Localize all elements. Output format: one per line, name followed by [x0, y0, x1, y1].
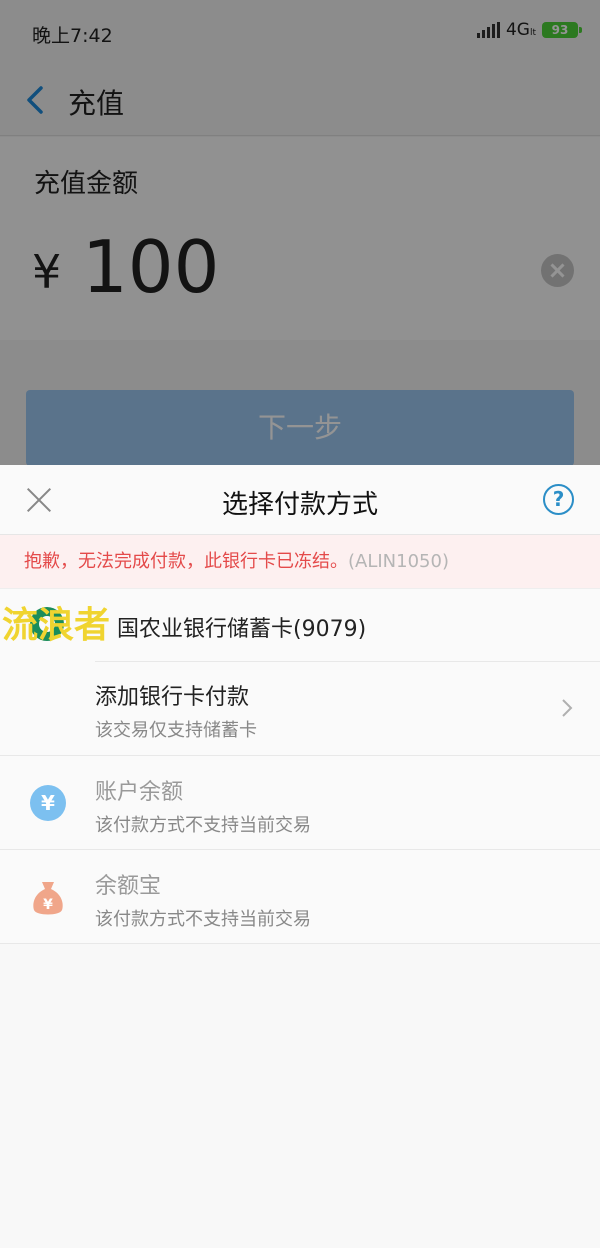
chevron-right-icon: [562, 699, 573, 717]
payment-method-sheet: 选择付款方式 ? 抱歉，无法完成付款，此银行卡已冻结。(ALIN1050) 国农…: [0, 465, 600, 1248]
option-title: 添加银行卡付款: [95, 685, 250, 710]
yuebao-option[interactable]: ¥ 余额宝 该付款方式不支持当前交易: [0, 849, 600, 943]
bank-card-option[interactable]: 国农业银行储蓄卡(9079) 流浪者: [0, 589, 600, 661]
option-subtitle: 该交易仅支持储蓄卡: [95, 720, 257, 741]
money-bag-icon: ¥: [33, 882, 63, 915]
yen-icon: ¥: [30, 785, 66, 821]
error-banner: 抱歉，无法完成付款，此银行卡已冻结。(ALIN1050): [0, 535, 600, 589]
dim-overlay[interactable]: [0, 0, 600, 466]
sheet-title: 选择付款方式: [221, 490, 378, 520]
option-title: 余额宝: [95, 874, 162, 899]
error-message: 抱歉，无法完成付款，此银行卡已冻结。: [24, 551, 348, 572]
error-code: (ALIN1050): [348, 551, 449, 572]
svg-text:¥: ¥: [43, 897, 53, 913]
sheet-header: 选择付款方式 ?: [0, 465, 600, 535]
option-subtitle: 该付款方式不支持当前交易: [95, 909, 311, 930]
account-balance-option[interactable]: ¥ 账户余额 该付款方式不支持当前交易: [0, 755, 600, 849]
divider: [95, 661, 600, 662]
watermark: 流浪者: [2, 605, 111, 646]
help-icon[interactable]: ?: [543, 484, 574, 515]
divider: [0, 943, 600, 944]
bank-card-name: 国农业银行储蓄卡(9079): [117, 617, 367, 642]
option-title: 账户余额: [95, 780, 184, 805]
option-subtitle: 该付款方式不支持当前交易: [95, 815, 311, 836]
add-bank-card-option[interactable]: 添加银行卡付款 该交易仅支持储蓄卡: [0, 661, 600, 755]
